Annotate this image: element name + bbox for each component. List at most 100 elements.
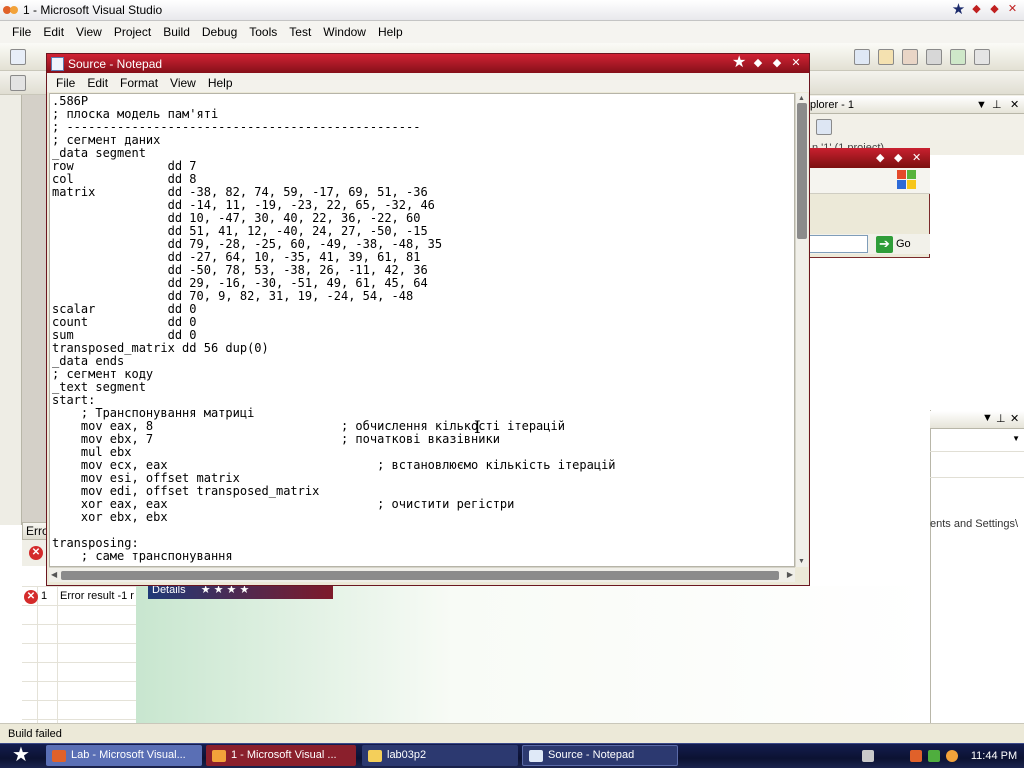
menu-help[interactable]: Help: [372, 25, 409, 39]
menu-edit[interactable]: Edit: [37, 25, 70, 39]
taskbar-button-lab[interactable]: Lab - Microsoft Visual...: [46, 745, 202, 766]
notepad-menu-view[interactable]: View: [164, 76, 202, 90]
pin-icon[interactable]: ⊥: [992, 96, 1002, 114]
menu-file[interactable]: File: [6, 25, 37, 39]
notepad-menu-format[interactable]: Format: [114, 76, 164, 90]
notepad-menubar: File Edit Format View Help: [47, 73, 809, 92]
taskbar-button-folder[interactable]: lab03p2: [362, 745, 518, 766]
visual-studio-icon: [212, 749, 226, 762]
toolbox-side-tab[interactable]: [0, 95, 22, 525]
close-icon[interactable]: ✕: [1010, 412, 1019, 425]
error-list-grid: ✕ 1 Error result -1 r: [22, 586, 136, 726]
visual-studio-icon: [52, 749, 66, 762]
scroll-right-icon[interactable]: ▶: [787, 570, 793, 579]
star-icon[interactable]: ★: [951, 2, 966, 17]
menu-tools[interactable]: Tools: [243, 25, 283, 39]
code-line: mov ebx, 7 ; початкові вказівники: [52, 432, 500, 446]
code-line: ; саме транспонування: [52, 549, 233, 563]
chevron-down-icon: ▼: [1012, 434, 1020, 443]
visual-studio-icon[interactable]: [910, 750, 922, 762]
search-icon[interactable]: [946, 750, 958, 762]
notepad-menu-help[interactable]: Help: [202, 76, 239, 90]
editor-tab-strip: [22, 95, 48, 525]
pin-icon[interactable]: ⊥: [996, 412, 1006, 425]
notepad-icon: [51, 56, 64, 71]
dropdown-icon[interactable]: ▼: [976, 96, 987, 114]
close-icon[interactable]: ✕: [789, 55, 803, 71]
close-icon[interactable]: ✕: [1010, 96, 1019, 114]
vs-titlebar: 1 - Microsoft Visual Studio ★ ◆ ◆ ✕: [0, 0, 1024, 21]
notepad-titlebar[interactable]: Source - Notepad ★ ◆ ◆ ✕: [47, 54, 809, 73]
scroll-left-icon[interactable]: ◀: [51, 570, 57, 579]
solution-explorer-title: plorer - 1: [810, 99, 855, 111]
code-line: _text segment: [52, 380, 146, 394]
minimize-icon[interactable]: ◆: [876, 151, 884, 164]
maximize-icon[interactable]: ◆: [894, 151, 902, 164]
menu-test[interactable]: Test: [283, 25, 317, 39]
horizontal-scrollbar[interactable]: ◀ ▶: [49, 567, 795, 582]
solution-explorer-header: plorer - 1 ▼ ⊥ ✕: [808, 96, 1024, 114]
menu-project[interactable]: Project: [108, 25, 157, 39]
taskbar-button-label: Lab - Microsoft Visual...: [71, 749, 186, 761]
properties-object-select[interactable]: ▼: [930, 430, 1024, 452]
properties-icon[interactable]: [878, 49, 894, 65]
maximize-icon[interactable]: ◆: [987, 2, 1002, 17]
new-project-icon[interactable]: [10, 49, 26, 65]
taskbar-button-vs[interactable]: 1 - Microsoft Visual ...: [206, 745, 356, 766]
start-button[interactable]: ★: [2, 744, 40, 767]
error-row-number[interactable]: 1: [41, 590, 47, 602]
notepad-text-area[interactable]: .586P; плоска модель пам'яті; ----------…: [49, 93, 795, 567]
close-icon[interactable]: ✕: [1005, 2, 1020, 17]
star-icon[interactable]: ★: [732, 55, 746, 71]
error-row-description[interactable]: Error result -1 r: [60, 590, 134, 602]
build-status: Build failed: [8, 728, 62, 740]
vertical-scroll-thumb[interactable]: [797, 103, 807, 239]
go-arrow-icon: ➔: [876, 235, 893, 253]
taskbar-button-label: lab03p2: [387, 749, 427, 761]
properties-header: ▼ ⊥ ✕: [930, 411, 1024, 429]
scroll-down-icon[interactable]: ▼: [798, 558, 805, 565]
menu-view[interactable]: View: [70, 25, 108, 39]
text-cursor-icon: I: [474, 418, 481, 438]
properties-icon[interactable]: [816, 119, 832, 135]
minimize-icon[interactable]: ◆: [969, 2, 984, 17]
error-icon: ✕: [24, 590, 38, 604]
close-icon[interactable]: ✕: [912, 151, 921, 164]
properties-toolbar: [930, 456, 1024, 478]
vertical-scrollbar[interactable]: ▲ ▼: [795, 93, 808, 567]
dropdown-icon[interactable]: ▼: [982, 412, 993, 424]
toolbox-icon[interactable]: [926, 49, 942, 65]
start-page-icon[interactable]: [950, 49, 966, 65]
menu-window[interactable]: Window: [317, 25, 372, 39]
windows-logo-icon: [897, 170, 917, 190]
taskbar-button-label: Source - Notepad: [548, 749, 635, 761]
error-filter-icon[interactable]: ✕: [29, 546, 43, 560]
status-bar: Build failed: [0, 723, 1024, 743]
taskbar-button-notepad[interactable]: Source - Notepad: [522, 745, 678, 766]
minimize-icon[interactable]: ◆: [751, 55, 765, 71]
menu-build[interactable]: Build: [157, 25, 196, 39]
maximize-icon[interactable]: ◆: [770, 55, 784, 71]
notepad-icon: [529, 749, 543, 762]
go-button[interactable]: ➔ Go: [876, 234, 911, 254]
taskbar-button-label: 1 - Microsoft Visual ...: [231, 749, 337, 761]
object-browser-icon[interactable]: [902, 49, 918, 65]
scroll-up-icon[interactable]: ▲: [798, 95, 805, 102]
taskbar-clock[interactable]: 11:44 PM: [966, 744, 1022, 768]
keyboard-icon[interactable]: [862, 750, 874, 762]
notepad-menu-file[interactable]: File: [50, 76, 81, 90]
menu-debug[interactable]: Debug: [196, 25, 243, 39]
vs-menubar: File Edit View Project Build Debug Tools…: [0, 21, 1024, 43]
network-icon[interactable]: [928, 750, 940, 762]
code-line: transposed_matrix dd 56 dup(0): [52, 341, 269, 355]
horizontal-scroll-thumb[interactable]: [61, 571, 779, 580]
go-label: Go: [896, 238, 911, 250]
solution-explorer-toolbar: [808, 114, 1024, 140]
notepad-menu-edit[interactable]: Edit: [81, 76, 114, 90]
window-layout-icon[interactable]: [974, 49, 990, 65]
code-line: xor ebx, ebx: [52, 510, 168, 524]
properties-path-value: ents and Settings\: [930, 518, 1019, 530]
notepad-title: Source - Notepad: [68, 56, 163, 71]
address-input[interactable]: [808, 235, 868, 253]
solution-explorer-icon[interactable]: [854, 49, 870, 65]
